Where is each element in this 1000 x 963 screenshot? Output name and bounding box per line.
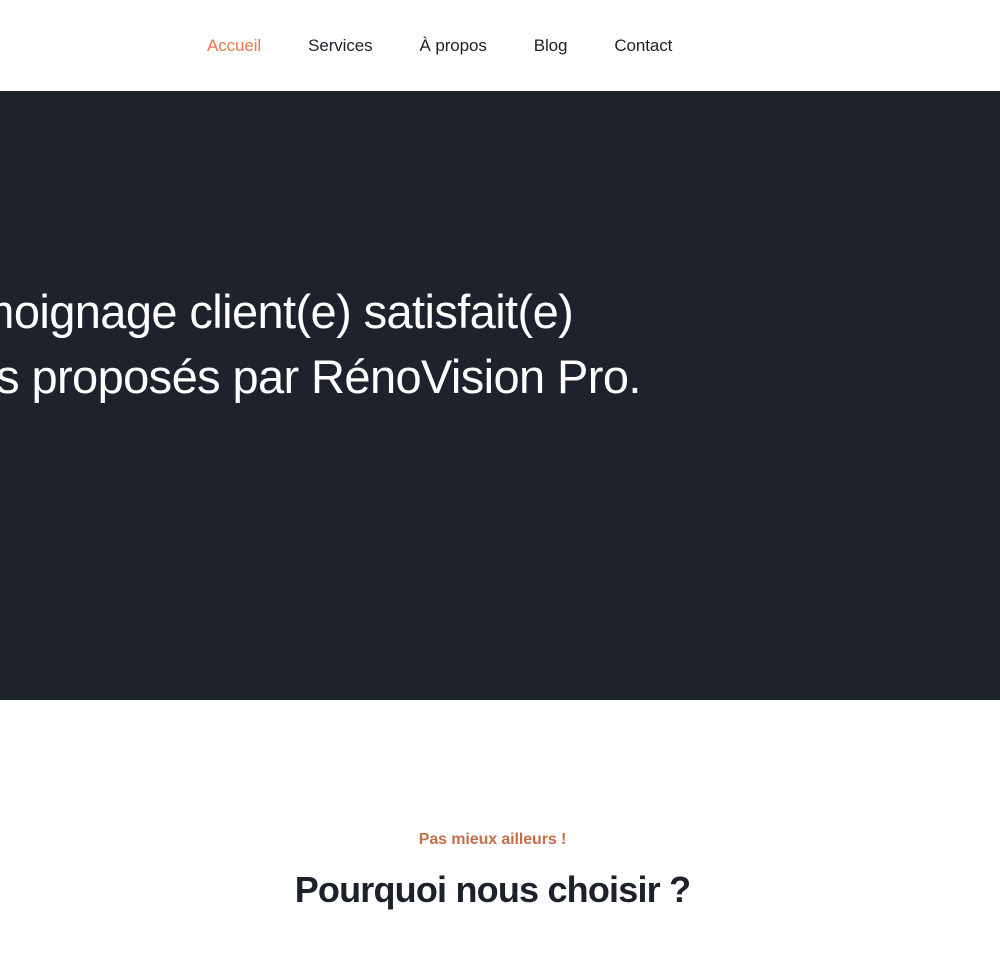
site-logo[interactable]: ation (0, 30, 207, 61)
nav-link-services[interactable]: Services (308, 37, 372, 54)
why-section-eyebrow: Pas mieux ailleurs ! (418, 831, 567, 848)
nav-link-accueil[interactable]: Accueil (207, 37, 261, 54)
page-root: ation Accueil Services À propos Blog Con… (0, 0, 1000, 963)
testimonial-quote-text: Voici un témoignage client(e) satisfait(… (0, 280, 1000, 410)
nav-link-blog[interactable]: Blog (534, 37, 568, 54)
testimonial-quote-line-2: des services proposés par RénoVision Pro… (0, 349, 641, 403)
why-section-heading: Pourquoi nous choisir ? (294, 869, 691, 910)
why-choose-us-section: Pas mieux ailleurs ! Pourquoi nous chois… (0, 700, 1000, 963)
testimonial-section: Voici un témoignage client(e) satisfait(… (0, 91, 1000, 700)
nav-link-contact[interactable]: Contact (614, 37, 672, 54)
header-inner: ation Accueil Services À propos Blog Con… (0, 0, 1000, 91)
testimonial-inner: Voici un témoignage client(e) satisfait(… (0, 91, 1000, 700)
main-navigation: Accueil Services À propos Blog Contact (207, 37, 672, 54)
nav-link-a-propos[interactable]: À propos (420, 37, 487, 54)
testimonial-quote: Voici un témoignage client(e) satisfait(… (0, 280, 1000, 410)
site-header: ation Accueil Services À propos Blog Con… (0, 0, 1000, 91)
testimonial-quote-line-1: Voici un témoignage client(e) satisfait(… (0, 285, 574, 338)
